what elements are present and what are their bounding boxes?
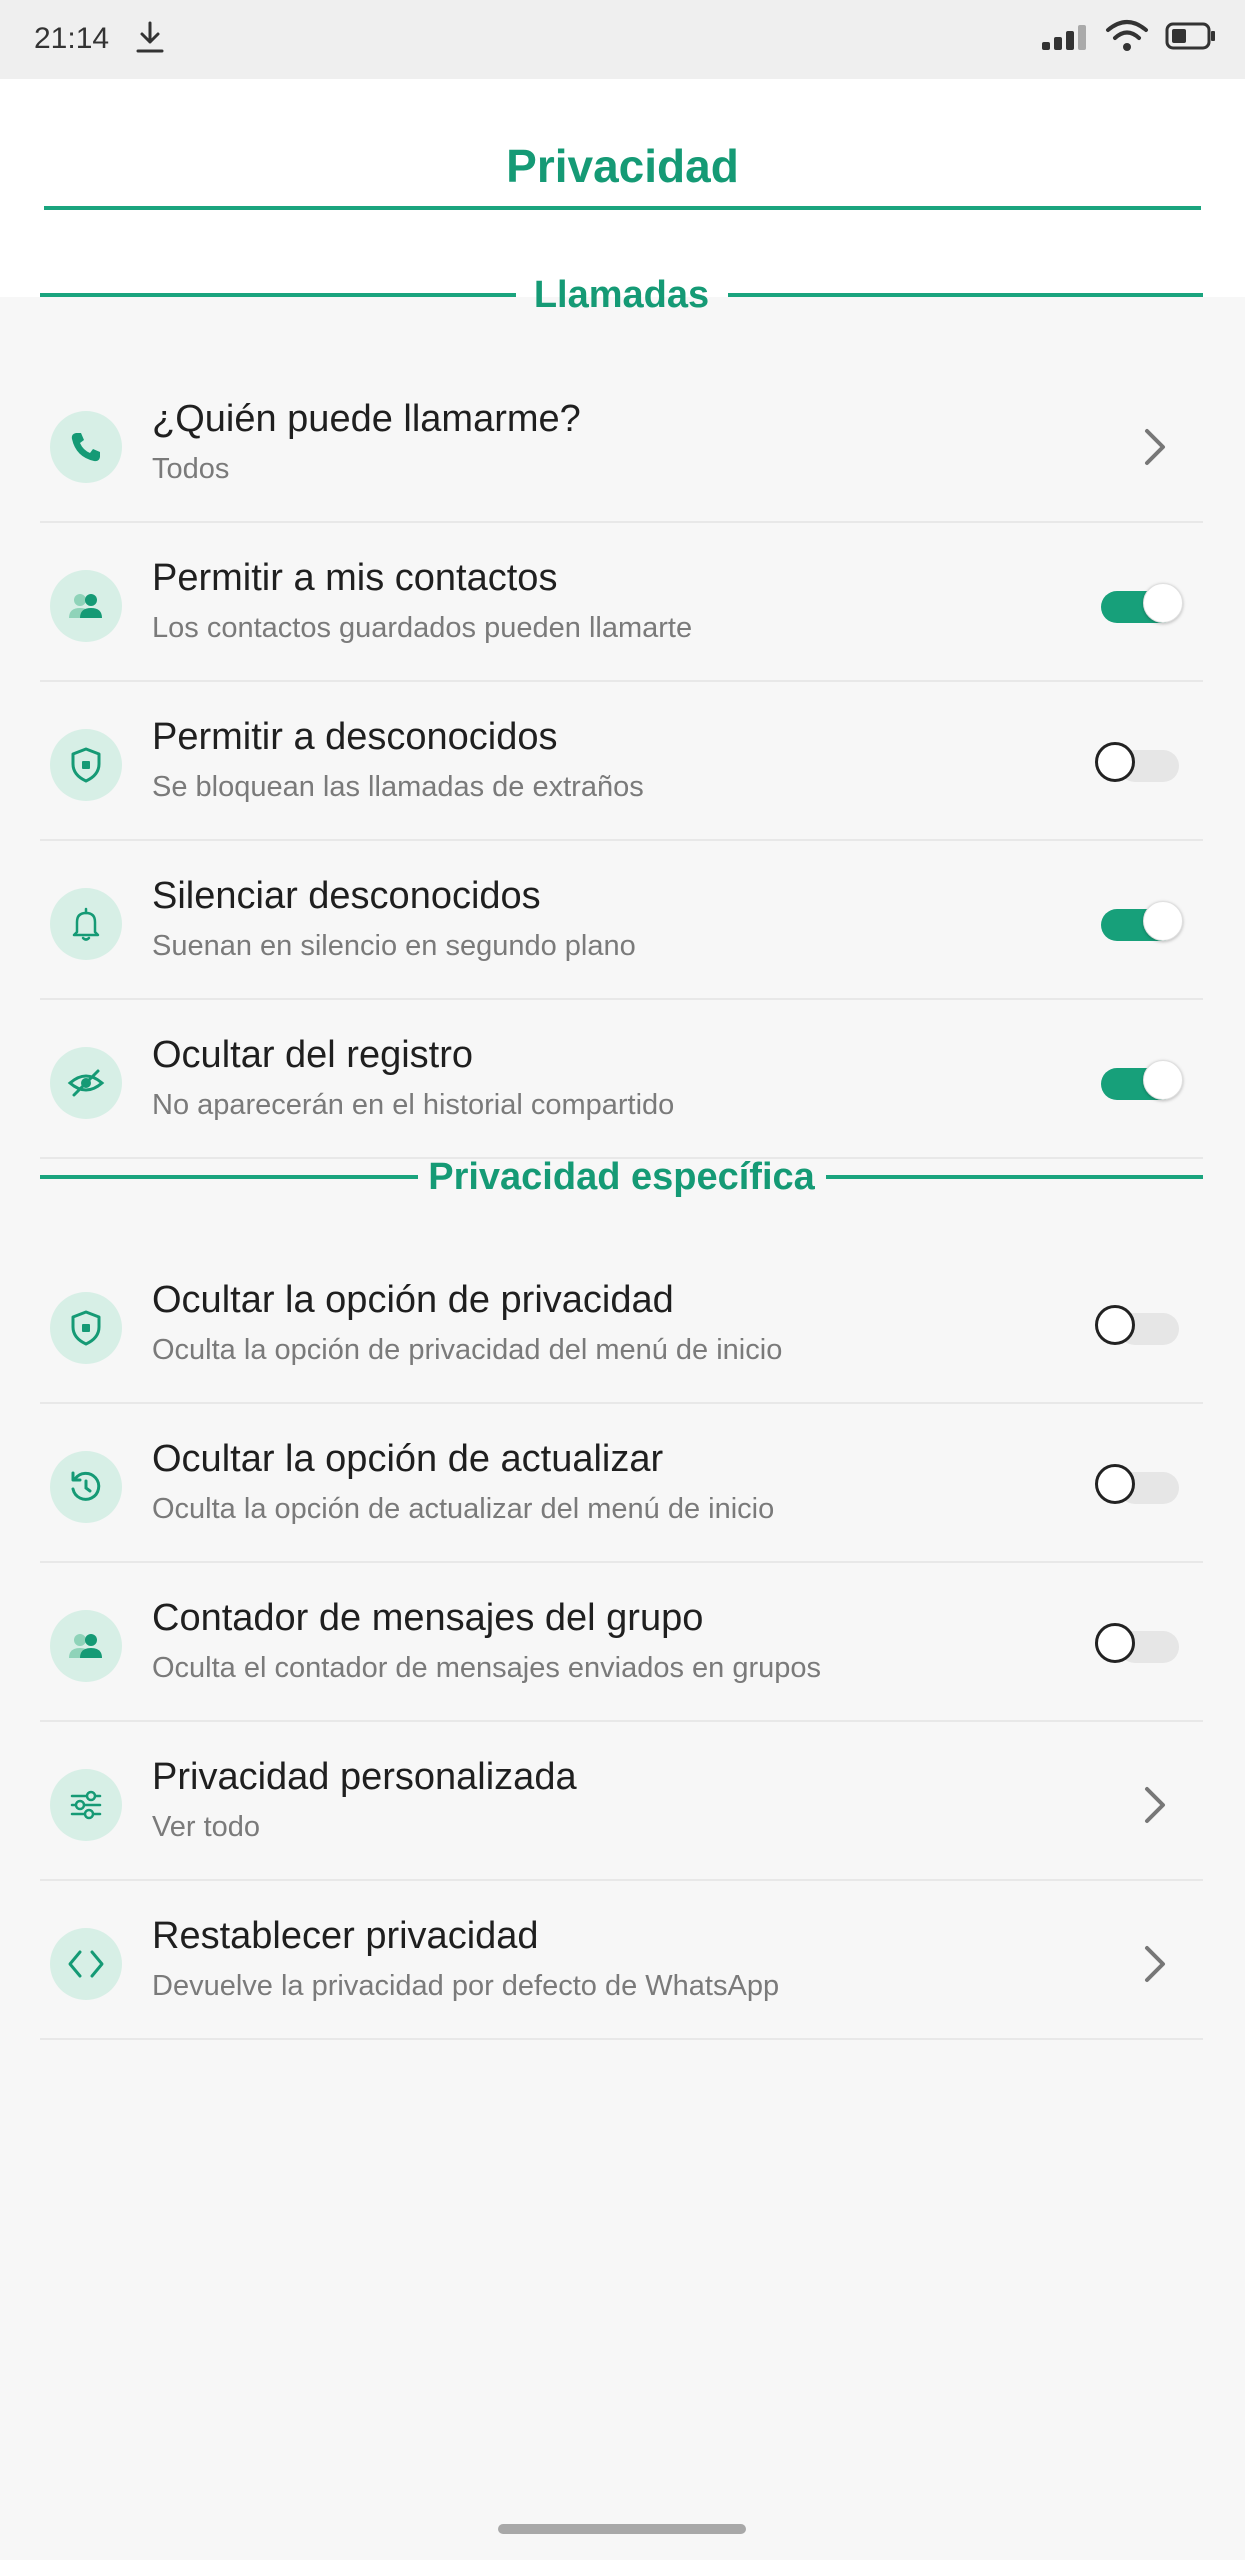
section-label-specific: Privacidad específica [428,1156,815,1198]
icon-badge [50,729,122,801]
row-subtitle: Oculta la opción de actualizar del menú … [152,1493,775,1525]
row-subtitle: No aparecerán en el historial compartido [152,1089,675,1121]
row-subtitle: Oculta el contador de mensajes enviados … [152,1652,822,1684]
toggle-switch[interactable] [1095,1304,1185,1346]
toggle-switch[interactable] [1095,1622,1185,1664]
chevron-right-icon[interactable] [1141,1942,1169,1986]
row-reset-privacy[interactable]: Restablecer privacidad Devuelve la priva… [40,1880,1203,2040]
icon-badge [50,1451,122,1523]
row-subtitle: Suenan en silencio en segundo plano [152,930,636,962]
toggle-switch[interactable] [1095,1463,1185,1505]
section-header-specific: Privacidad específica [40,1152,1203,1202]
title-underline [44,206,1201,210]
toggle-switch[interactable] [1095,582,1185,624]
toggle-knob [1095,1623,1135,1663]
icon-badge [50,1928,122,2000]
status-bar: 21:14 [0,0,1245,79]
battery-icon [1165,22,1215,50]
row-title: Ocultar la opción de privacidad [152,1279,674,1321]
row-allow-unknown[interactable]: Permitir a desconocidos Se bloquean las … [40,681,1203,841]
row-hide-update-option[interactable]: Ocultar la opción de actualizar Oculta l… [40,1403,1203,1563]
icon-badge [50,570,122,642]
row-subtitle: Ver todo [152,1811,261,1843]
row-subtitle: Oculta la opción de privacidad del menú … [152,1334,783,1366]
toggle-switch[interactable] [1095,741,1185,783]
home-indicator[interactable] [498,2524,746,2534]
contacts-icon [69,1634,102,1658]
row-title: ¿Quién puede llamarme? [152,398,581,440]
row-hide-privacy-option[interactable]: Ocultar la opción de privacidad Oculta l… [40,1244,1203,1404]
toggle-knob [1143,901,1183,941]
bell-icon [72,907,100,941]
shield-icon [71,1310,101,1346]
phone-icon [71,433,100,462]
icon-badge [50,1292,122,1364]
chevron-right-icon[interactable] [1141,1783,1169,1827]
page-title: Privacidad [506,140,739,192]
row-group-message-counter[interactable]: Contador de mensajes del grupo Oculta el… [40,1562,1203,1722]
row-who-can-call[interactable]: ¿Quién puede llamarme? Todos [40,363,1203,523]
row-title: Restablecer privacidad [152,1915,539,1957]
icon-badge [50,411,122,483]
row-title: Privacidad personalizada [152,1756,577,1798]
row-subtitle: Todos [152,453,230,485]
row-title: Ocultar del registro [152,1034,474,1076]
icon-badge [50,1769,122,1841]
row-subtitle: Los contactos guardados pueden llamarte [152,612,693,644]
row-title: Permitir a mis contactos [152,557,558,599]
signal-icon [1042,25,1086,50]
toggle-switch[interactable] [1095,900,1185,942]
row-title: Silenciar desconocidos [152,875,541,917]
toggle-knob [1143,583,1183,623]
icon-badge [50,888,122,960]
toggle-knob [1143,1060,1183,1100]
status-time: 21:14 [34,22,110,55]
row-hide-from-log[interactable]: Ocultar del registro No aparecerán en el… [40,999,1203,1159]
row-subtitle: Devuelve la privacidad por defecto de Wh… [152,1970,780,2002]
row-allow-contacts[interactable]: Permitir a mis contactos Los contactos g… [40,522,1203,682]
row-silence-unknown[interactable]: Silenciar desconocidos Suenan en silenci… [40,840,1203,1000]
contacts-icon [69,594,102,618]
toggle-knob [1095,742,1135,782]
chevron-right-icon[interactable] [1141,425,1169,469]
row-title: Permitir a desconocidos [152,716,558,758]
toggle-knob [1095,1464,1135,1504]
download-icon [136,21,164,53]
row-title: Ocultar la opción de actualizar [152,1438,664,1480]
app-header: Privacidad [0,79,1245,297]
row-title: Contador de mensajes del grupo [152,1597,704,1639]
row-custom-privacy[interactable]: Privacidad personalizada Ver todo [40,1721,1203,1881]
eye-off-icon [67,1069,105,1097]
section-header-calls: Llamadas [40,270,1203,320]
code-icon [68,1950,104,1978]
sliders-icon [70,1790,102,1820]
icon-badge [50,1047,122,1119]
toggle-knob [1095,1305,1135,1345]
section-label-calls: Llamadas [533,274,710,316]
refresh-icon [71,1471,101,1501]
wifi-icon [1106,20,1148,51]
icon-badge [50,1610,122,1682]
toggle-switch[interactable] [1095,1059,1185,1101]
row-subtitle: Se bloquean las llamadas de extraños [152,771,644,803]
shield-icon [71,747,101,783]
